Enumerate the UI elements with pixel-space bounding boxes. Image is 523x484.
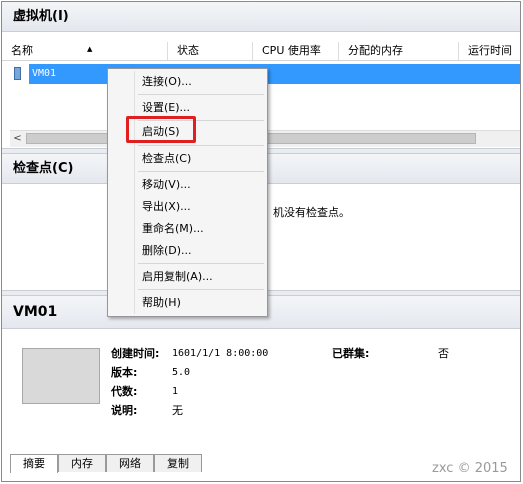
- column-name[interactable]: 名称: [2, 42, 168, 60]
- watermark: zxc © 2015: [432, 461, 508, 476]
- version-label: 版本:: [111, 366, 138, 379]
- vm-name-cell[interactable]: VM01: [32, 64, 56, 84]
- menu-item-help[interactable]: 帮助(H): [142, 295, 181, 311]
- notes-label: 说明:: [111, 404, 138, 417]
- menu-separator: [138, 171, 264, 172]
- menu-item-rename[interactable]: 重命名(M)...: [142, 221, 204, 237]
- tab-summary[interactable]: 摘要: [10, 454, 58, 473]
- menu-item-settings[interactable]: 设置(E)...: [142, 100, 190, 116]
- menu-separator: [138, 145, 264, 146]
- sort-ascending-icon: ▲: [87, 45, 93, 53]
- clustered-label: 已群集:: [332, 347, 370, 360]
- tab-replication[interactable]: 复制: [154, 454, 202, 472]
- menu-separator: [138, 94, 264, 95]
- created-value: 1601/1/1 8:00:00: [172, 348, 269, 359]
- menu-item-enable-replication[interactable]: 启用复制(A)...: [142, 269, 213, 285]
- menu-separator: [138, 289, 264, 290]
- menu-separator: [138, 263, 264, 264]
- scroll-left-icon[interactable]: <: [10, 131, 25, 147]
- context-menu: 连接(O)... 设置(E)... 启动(S) 检查点(C) 移动(V)... …: [107, 68, 268, 317]
- menu-item-connect[interactable]: 连接(O)...: [142, 74, 192, 90]
- column-state[interactable]: 状态: [168, 42, 253, 60]
- generation-label: 代数:: [111, 385, 138, 398]
- menu-item-export[interactable]: 导出(X)...: [142, 199, 191, 215]
- vm-panel-title: 虚拟机(I): [2, 2, 520, 32]
- column-memory[interactable]: 分配的内存: [339, 42, 459, 60]
- column-uptime[interactable]: 运行时间: [459, 42, 520, 60]
- vm-icon: [14, 67, 21, 80]
- menu-gutter: [134, 71, 135, 314]
- clustered-value: 否: [438, 347, 449, 360]
- version-value: 5.0: [172, 367, 191, 378]
- no-checkpoints-note: 机没有检查点。: [273, 206, 350, 219]
- start-highlight-box: [126, 116, 196, 143]
- row-selection: [29, 64, 520, 84]
- vm-column-header: 名称 ▲ 状态 CPU 使用率 分配的内存 运行时间: [2, 42, 520, 61]
- menu-item-move[interactable]: 移动(V)...: [142, 177, 191, 193]
- menu-item-checkpoint[interactable]: 检查点(C): [142, 151, 191, 167]
- column-cpu[interactable]: CPU 使用率: [253, 42, 339, 60]
- created-label: 创建时间:: [111, 347, 160, 360]
- generation-value: 1: [172, 386, 179, 397]
- tab-network[interactable]: 网络: [106, 454, 154, 472]
- notes-value: 无: [172, 404, 183, 417]
- menu-item-delete[interactable]: 删除(D)...: [142, 243, 192, 259]
- vm-thumbnail[interactable]: [22, 348, 100, 404]
- tab-memory[interactable]: 内存: [58, 454, 106, 472]
